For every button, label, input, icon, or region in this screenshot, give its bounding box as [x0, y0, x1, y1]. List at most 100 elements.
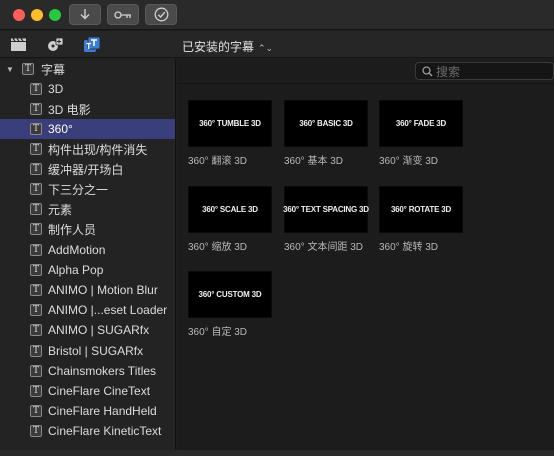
title-tile[interactable]: 360° TUMBLE 3D 360° 翻滚 3D — [188, 100, 272, 167]
checkmark-circle-icon — [154, 7, 168, 22]
sidebar-item-label: ANIMO | Motion Blur — [48, 283, 158, 297]
sidebar-item[interactable]: T AddMotion — [0, 240, 175, 260]
title-thumbnail: 360° FADE 3D — [379, 100, 463, 147]
sidebar-item[interactable]: T ANIMO | SUGARfx — [0, 320, 175, 340]
title-thumbnail: 360° BASIC 3D — [284, 100, 368, 147]
sidebar-item[interactable]: T Bristol | SUGARfx — [0, 341, 175, 361]
sidebar-item[interactable]: T 3D — [0, 79, 175, 99]
sidebar-item[interactable]: T CineFlare KineticText — [0, 421, 175, 441]
sidebar-item[interactable]: T 制作人员 — [0, 219, 175, 239]
sidebar-item-label: Alpha Pop — [48, 263, 104, 277]
titles-browser: 搜索 360° TUMBLE 3D 360° 翻滚 3D 360° BASIC … — [177, 59, 554, 456]
title-icon: T — [30, 183, 42, 195]
thumbnail-text: 360° FADE 3D — [395, 119, 447, 128]
key-icon — [114, 10, 131, 19]
title-caption: 360° 文本间距 3D — [284, 242, 364, 253]
title-thumbnail: 360° CUSTOM 3D — [188, 271, 272, 318]
title-caption: 360° 旋转 3D — [379, 242, 439, 253]
title-icon: T — [30, 264, 42, 276]
sidebar-item-label: 360° — [48, 122, 73, 136]
sidebar-item[interactable]: T 构件出现/构件消失 — [0, 139, 175, 159]
sidebar-root-titles[interactable]: ▼ T 字幕 — [0, 59, 175, 79]
title-tile[interactable]: 360° ROTATE 3D 360° 旋转 3D — [379, 186, 463, 253]
import-button[interactable] — [69, 4, 101, 25]
sidebar-item[interactable]: T ANIMO |...eset Loader — [0, 300, 175, 320]
sidebar-item-selected[interactable]: T 360° — [0, 119, 175, 139]
title-icon: T — [30, 405, 42, 417]
title-tile[interactable]: 360° TEXT SPACING 3D 360° 文本间距 3D — [283, 186, 369, 253]
title-icon: T — [30, 385, 42, 397]
title-icon: T — [30, 123, 42, 135]
title-tile[interactable]: 360° FADE 3D 360° 渐变 3D — [379, 100, 463, 167]
sidebar-item-label: CineFlare CineText — [48, 384, 151, 398]
titles-sidebar: ▼ T 字幕 T 3D T 3D 电影 T 360° T 构件出现/构件消失 T… — [0, 59, 176, 456]
title-icon: T — [30, 304, 42, 316]
title-icon: T — [30, 83, 42, 95]
sidebar-item-label: CineFlare HandHeld — [48, 404, 157, 418]
divider — [177, 83, 554, 84]
media-reels-icon — [47, 37, 63, 51]
thumbnail-text: 360° TEXT SPACING 3D — [283, 205, 369, 214]
zoom-window-button[interactable] — [49, 9, 61, 21]
sidebar-item-label: 制作人员 — [48, 222, 97, 237]
thumbnail-text: 360° SCALE 3D — [202, 205, 258, 214]
title-caption: 360° 基本 3D — [284, 156, 344, 167]
bottom-bar — [0, 450, 554, 456]
title-caption: 360° 缩放 3D — [188, 242, 248, 253]
sidebar-item-label: ANIMO |...eset Loader — [48, 303, 168, 317]
sidebar-item-label: 缓冲器/开场白 — [48, 162, 124, 177]
sidebar-item[interactable]: T ANIMO | Motion Blur — [0, 280, 175, 300]
thumbnail-text: 360° BASIC 3D — [299, 119, 353, 128]
title-tile[interactable]: 360° BASIC 3D 360° 基本 3D — [284, 100, 368, 167]
sidebar-item[interactable]: T 3D 电影 — [0, 99, 175, 119]
sidebar-item[interactable]: T CineFlare CineText — [0, 381, 175, 401]
titles-generators-toggle[interactable] — [83, 36, 101, 53]
title-icon: T — [30, 244, 42, 256]
sidebar-item-label: 3D 电影 — [48, 102, 91, 117]
title-thumbnail: 360° SCALE 3D — [188, 186, 272, 233]
sidebar-item[interactable]: T CineFlare HandHeld — [0, 401, 175, 421]
library-title-popup[interactable]: 已安装的字幕 ⌃⌄ — [182, 38, 273, 55]
title-tile[interactable]: 360° SCALE 3D 360° 缩放 3D — [188, 186, 272, 253]
title-icon: T — [30, 324, 42, 336]
title-icon: T — [30, 365, 42, 377]
sidebar-item[interactable]: T 下三分之一 — [0, 179, 175, 199]
title-icon: T — [30, 345, 42, 357]
title-icon: T — [30, 103, 42, 115]
title-tile[interactable]: 360° CUSTOM 3D 360° 自定 3D — [188, 271, 272, 338]
title-icon: T — [30, 143, 42, 155]
sidebar-item[interactable]: T Chainsmokers Titles — [0, 361, 175, 381]
libraries-toggle[interactable] — [9, 36, 27, 53]
title-thumbnail: 360° TEXT SPACING 3D — [283, 186, 369, 233]
sidebar-item[interactable]: T 元素 — [0, 199, 175, 219]
sidebar-item[interactable]: T 缓冲器/开场白 — [0, 159, 175, 179]
title-caption: 360° 渐变 3D — [379, 156, 439, 167]
title-icon: T — [30, 163, 42, 175]
sidebar-item[interactable]: T Alpha Pop — [0, 260, 175, 280]
title-icon: T — [30, 425, 42, 437]
title-thumbnail: 360° TUMBLE 3D — [188, 100, 272, 147]
background-tasks-button[interactable] — [145, 4, 177, 25]
keywords-button[interactable] — [107, 4, 139, 25]
browser-toolbar: 已安装的字幕 ⌃⌄ — [0, 31, 554, 58]
disclosure-triangle-icon[interactable]: ▼ — [6, 65, 14, 74]
close-window-button[interactable] — [13, 9, 25, 21]
title-icon: T — [22, 63, 34, 75]
search-placeholder: 搜索 — [436, 64, 461, 79]
search-field[interactable]: 搜索 — [415, 62, 554, 80]
titles-icon — [84, 36, 101, 52]
sidebar-item-label: Chainsmokers Titles — [48, 364, 157, 378]
sidebar-item-label: AddMotion — [48, 243, 106, 257]
search-icon — [422, 65, 433, 77]
sidebar-item-label: 3D — [48, 82, 64, 96]
minimize-window-button[interactable] — [31, 9, 43, 21]
thumbnail-text: 360° CUSTOM 3D — [198, 290, 262, 299]
sidebar-item-label: ANIMO | SUGARfx — [48, 323, 150, 337]
title-caption: 360° 自定 3D — [188, 327, 248, 338]
sidebar-item-label: 下三分之一 — [48, 182, 109, 197]
title-bar — [0, 0, 554, 30]
sidebar-item-label: 元素 — [48, 202, 73, 217]
photos-audio-toggle[interactable] — [46, 36, 64, 53]
title-icon: T — [30, 223, 42, 235]
library-title: 已安装的字幕 — [182, 40, 255, 54]
